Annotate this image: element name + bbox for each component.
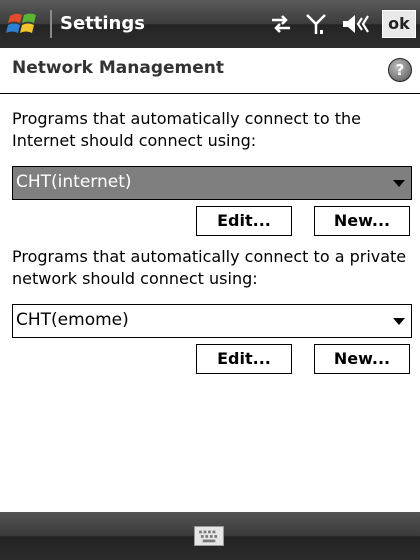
internet-connection-value: CHT(internet)	[16, 172, 132, 192]
internet-connection-label: Programs that automatically connect to t…	[12, 109, 361, 150]
private-network-dropdown[interactable]: CHT(emome)	[12, 304, 412, 338]
internet-new-button[interactable]: New...	[314, 206, 410, 236]
connectivity-icon[interactable]	[268, 12, 294, 36]
app-title: Settings	[60, 13, 145, 34]
help-icon[interactable]: ?	[388, 58, 412, 82]
title-bar: Settings ok	[0, 0, 420, 48]
private-network-value: CHT(emome)	[16, 310, 129, 330]
page-title: Network Management	[12, 58, 225, 78]
private-edit-button[interactable]: Edit...	[196, 344, 292, 374]
windows-start-icon[interactable]	[6, 6, 42, 42]
private-network-label: Programs that automatically connect to a…	[12, 247, 407, 288]
bottom-menu-bar	[0, 512, 420, 560]
screen: Settings ok Network Management ? Program…	[0, 0, 420, 560]
internet-edit-button[interactable]: Edit...	[196, 206, 292, 236]
chevron-down-icon[interactable]	[393, 180, 405, 187]
keyboard-icon[interactable]	[194, 526, 224, 546]
title-separator	[50, 10, 52, 38]
ok-button[interactable]: ok	[382, 10, 416, 38]
page-header: Network Management ?	[0, 48, 420, 94]
chevron-down-icon[interactable]	[393, 318, 405, 325]
volume-icon[interactable]	[340, 12, 374, 36]
internet-connection-dropdown[interactable]: CHT(internet)	[12, 166, 412, 200]
signal-icon[interactable]	[304, 12, 328, 36]
private-new-button[interactable]: New...	[314, 344, 410, 374]
